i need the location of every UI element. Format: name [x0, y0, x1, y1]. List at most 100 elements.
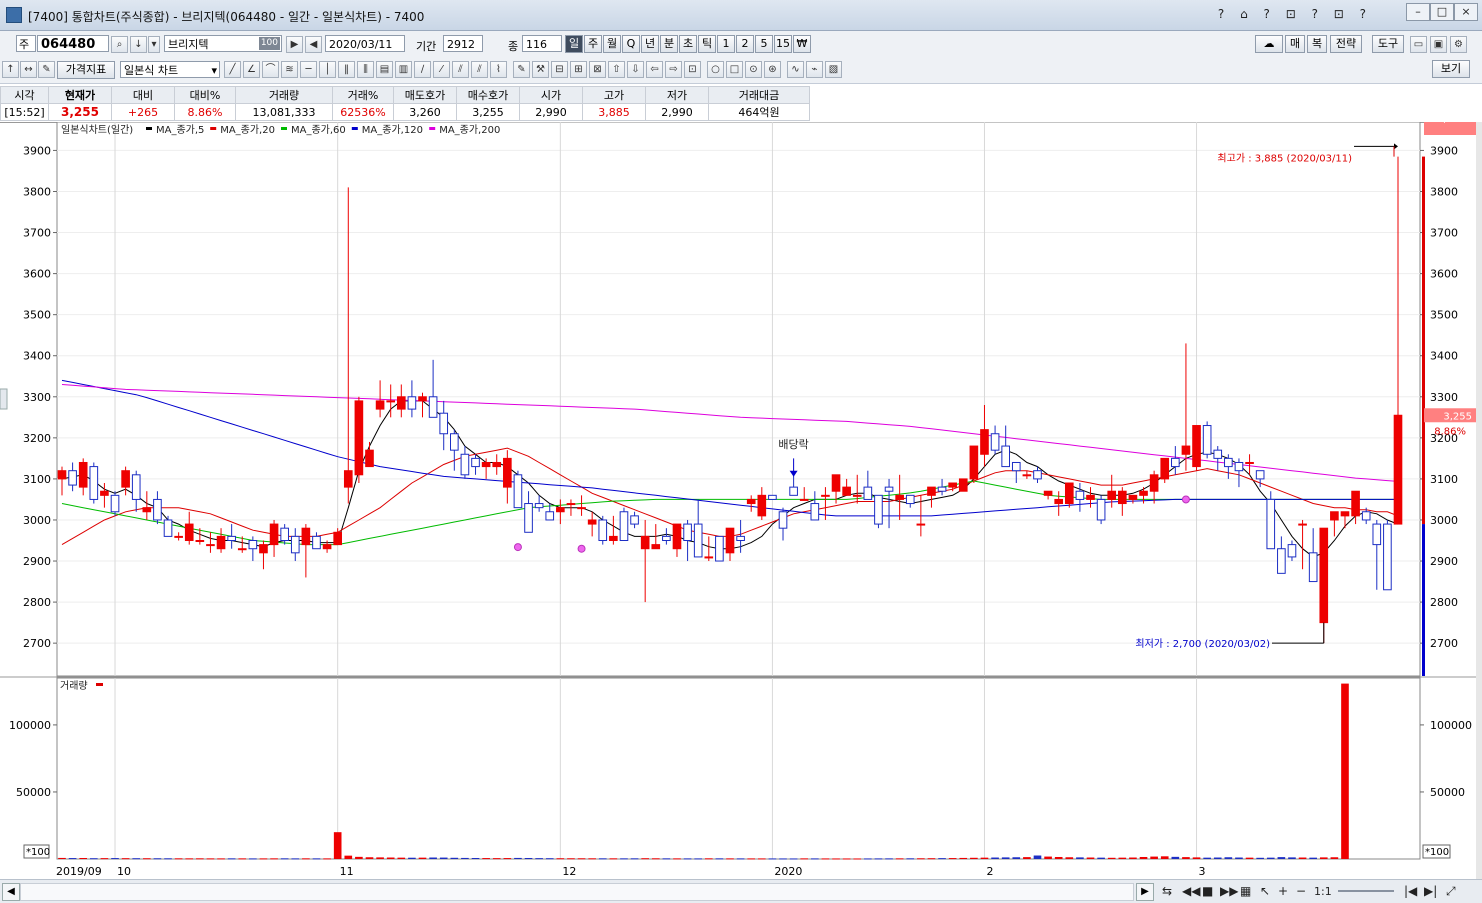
volume-bar [874, 858, 883, 860]
volume-bar [1266, 857, 1275, 859]
scroll-right-icon[interactable]: ▶ [1136, 883, 1154, 901]
folder-icon[interactable]: ▭ [1410, 36, 1427, 53]
price-chart[interactable]: 2700 27002800 28002900 29003000 30003100 3100… [0, 122, 1476, 879]
vertical-line-icon[interactable]: │ [319, 61, 336, 78]
fan-icon[interactable]: ≋ [281, 61, 298, 78]
circle-icon[interactable]: ○ [707, 61, 724, 78]
next-icon[interactable]: ▶ [286, 36, 303, 53]
period-button[interactable]: 월 [603, 35, 621, 53]
wave-icon[interactable]: ∿ [787, 61, 804, 78]
erase-icon[interactable]: ⊟ [551, 61, 568, 78]
chevron-down-icon[interactable]: ▾ [148, 36, 160, 53]
scroll-left-icon[interactable]: ◀ [2, 883, 20, 901]
chart-type-select[interactable]: 일본식 차트 ▾ [120, 61, 220, 78]
unit-label-left: *100 [26, 847, 50, 858]
volume-bar [821, 858, 830, 860]
right-button-1[interactable]: 복 [1307, 35, 1327, 53]
cloud-button[interactable]: ☁ [1255, 35, 1283, 53]
tools-icon[interactable]: ⚒ [532, 61, 549, 78]
rectangle-icon[interactable]: □ [726, 61, 743, 78]
move-left-icon[interactable]: ⇦ [646, 61, 663, 78]
speed-lines-icon[interactable]: ⫽ [471, 61, 488, 78]
extended-line-icon[interactable]: ⁄ [433, 61, 450, 78]
forward-icon[interactable]: ▶▶ [1220, 884, 1238, 898]
arrow-select-icon[interactable]: ↖ [1260, 884, 1270, 898]
maximize-button[interactable]: □ [1430, 3, 1454, 21]
first-page-icon[interactable]: |◀ [1404, 884, 1417, 898]
date-input[interactable]: 2020/03/11 [325, 35, 405, 52]
angle-line-icon[interactable]: ∠ [243, 61, 260, 78]
fibonacci-icon[interactable]: ▥ [395, 61, 412, 78]
delete-icon[interactable]: ⊠ [589, 61, 606, 78]
parallel-lines-icon[interactable]: ‖ [338, 61, 355, 78]
right-button-0[interactable]: 매 [1285, 35, 1305, 53]
stock-name-field[interactable]: 브리지텍 100 [164, 35, 282, 52]
select-box-icon[interactable]: ⊞ [570, 61, 587, 78]
period-button[interactable]: 분 [660, 35, 678, 53]
horizontal-line-icon[interactable]: ─ [300, 61, 317, 78]
pitchfork-icon[interactable]: ⫽ [452, 61, 469, 78]
count-input[interactable]: 116 [522, 35, 562, 52]
zoom-fit-icon[interactable]: ⇆ [1162, 884, 1172, 898]
pencil-icon[interactable]: ✎ [513, 61, 530, 78]
trendline-icon[interactable]: ╱ [224, 61, 241, 78]
candle-body [68, 470, 77, 486]
move-right-icon[interactable]: ⇨ [665, 61, 682, 78]
rewind-icon[interactable]: ◀◀ [1182, 884, 1200, 898]
expand-icon[interactable]: ↔ [20, 61, 37, 78]
period-input[interactable]: 2912 [443, 35, 483, 52]
volume-bar [726, 858, 734, 860]
period-button[interactable]: 틱 [698, 35, 716, 53]
period-button[interactable]: 일 [565, 35, 583, 53]
arc-icon[interactable]: ⌒ [262, 61, 279, 78]
save-icon[interactable]: ▣ [1430, 36, 1447, 53]
period-button[interactable]: 2 [736, 35, 754, 53]
prev-icon[interactable]: ◀ [305, 36, 322, 53]
period-button[interactable]: Q [622, 35, 640, 53]
zoom-slider[interactable] [1338, 890, 1394, 892]
move-down-icon[interactable]: ⇩ [627, 61, 644, 78]
period-button[interactable]: 5 [755, 35, 773, 53]
period-button[interactable]: 15 [774, 35, 792, 53]
channel-icon[interactable]: ⫼ [357, 61, 374, 78]
grid-lines-icon[interactable]: ▤ [376, 61, 393, 78]
market-select[interactable]: 주 [16, 35, 36, 52]
settings-icon[interactable]: ⚙ [1450, 36, 1467, 53]
signal-icon[interactable]: ⌁ [806, 61, 823, 78]
last-page-icon[interactable]: ▶| [1424, 884, 1437, 898]
stop-icon[interactable]: ■ [1202, 884, 1213, 898]
grid-icon[interactable]: ▦ [1240, 884, 1251, 898]
close-button[interactable]: × [1454, 3, 1478, 21]
fullscreen-icon[interactable]: ⤢ [1446, 884, 1456, 899]
candle-body [672, 523, 682, 550]
magic-icon[interactable]: ⊛ [764, 61, 781, 78]
period-button[interactable]: 초 [679, 35, 697, 53]
volume-bar [514, 857, 522, 859]
sort-icon[interactable]: ↓ [130, 36, 147, 53]
candle-body [503, 457, 512, 488]
edit-icon[interactable]: ✎ [38, 61, 55, 78]
zoom-out-icon[interactable]: − [1296, 884, 1306, 898]
vertical-scrollbar[interactable] [1476, 122, 1482, 879]
indicator-button[interactable]: 가격지표 [57, 61, 115, 79]
period-button[interactable]: 년 [641, 35, 659, 53]
period-button[interactable]: 주 [584, 35, 602, 53]
period-button[interactable]: 1 [717, 35, 735, 53]
view-button[interactable]: 보기 [1432, 60, 1470, 78]
title-tools[interactable]: ? ⌂ ? ⊡ ? ⊡ ? [1218, 7, 1372, 21]
period-button[interactable]: ₩ [793, 35, 811, 53]
cycle-icon[interactable]: ⌇ [490, 61, 507, 78]
search-icon[interactable]: ⌕ [111, 36, 128, 53]
frame-icon[interactable]: ⊡ [684, 61, 701, 78]
zoom-icon[interactable]: ⊙ [745, 61, 762, 78]
arrow-up-icon[interactable]: ↑ [2, 61, 19, 78]
ray-icon[interactable]: ∕ [414, 61, 431, 78]
code-input[interactable]: 064480 [37, 35, 109, 52]
horizontal-scrollbar[interactable] [20, 883, 1134, 901]
zoom-in-icon[interactable]: + [1278, 884, 1288, 898]
minimize-button[interactable]: – [1406, 3, 1430, 21]
strategy-button[interactable]: 전략 [1330, 35, 1362, 53]
move-up-icon[interactable]: ⇧ [608, 61, 625, 78]
tools-button[interactable]: 도구 [1372, 35, 1404, 53]
palette-icon[interactable]: ▧ [825, 61, 842, 78]
